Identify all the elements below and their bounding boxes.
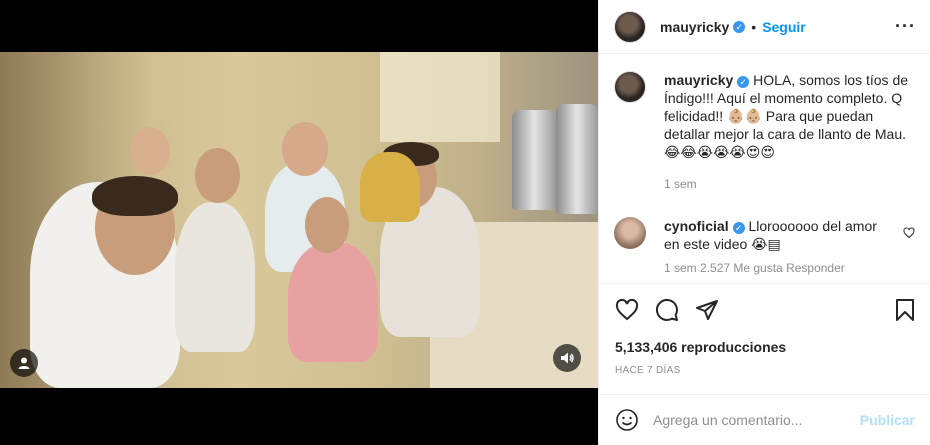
video-player[interactable]	[0, 52, 598, 388]
comment-meta: 1 sem 2.527 Me gusta Responder	[664, 261, 845, 275]
comment-like-heart-icon[interactable]	[903, 227, 915, 239]
video-urn	[556, 104, 598, 214]
share-icon[interactable]	[695, 298, 719, 322]
video-person-hair	[92, 176, 178, 216]
emoji-icon[interactable]	[615, 408, 639, 432]
video-person	[288, 242, 378, 362]
post-sidebar: mauyricky ✓ • Seguir ··· mauyricky ✓ HOLA…	[598, 0, 930, 445]
verified-icon: ✓	[732, 222, 745, 234]
video-person	[175, 202, 255, 352]
publish-button[interactable]: Publicar	[860, 412, 915, 428]
video-person-head	[282, 122, 328, 176]
verified-icon: ✓	[737, 76, 750, 88]
action-bar	[599, 283, 930, 322]
comment-username[interactable]: cynoficial	[664, 218, 729, 234]
video-person-head	[305, 197, 349, 253]
post-username[interactable]: mauyricky	[660, 19, 729, 35]
more-icon[interactable]: ···	[895, 16, 916, 37]
avatar[interactable]	[614, 217, 646, 249]
user-tag-icon	[18, 357, 30, 369]
comment-item: cynoficial ✓ Lloroooooo del amor en este …	[614, 217, 915, 253]
follow-button[interactable]: Seguir	[762, 19, 806, 35]
video-background-window	[380, 52, 500, 142]
speaker-icon	[561, 352, 574, 364]
caption-username[interactable]: mauyricky	[664, 72, 733, 88]
video-pane[interactable]	[0, 0, 598, 445]
mute-button[interactable]	[553, 344, 581, 372]
bookmark-icon[interactable]	[893, 298, 917, 322]
separator-dot: •	[751, 18, 757, 35]
add-comment-bar: Agrega un comentario... Publicar	[599, 394, 930, 445]
video-urn	[512, 110, 556, 210]
comments-list[interactable]: mauyricky ✓ HOLA, somos los tíos de Índig…	[599, 55, 930, 283]
avatar[interactable]	[614, 10, 646, 43]
video-person-head	[130, 127, 170, 175]
comment-input[interactable]: Agrega un comentario...	[653, 412, 860, 428]
user-tag-button[interactable]	[10, 349, 38, 377]
heart-icon[interactable]	[615, 298, 639, 322]
comment-icon[interactable]	[655, 298, 679, 322]
verified-icon: ✓	[733, 20, 746, 33]
post-header: mauyricky ✓ • Seguir ···	[599, 0, 930, 54]
avatar[interactable]	[614, 71, 646, 103]
caption-time[interactable]: 1 sem	[664, 175, 914, 193]
video-person	[360, 152, 420, 222]
caption: mauyricky ✓ HOLA, somos los tíos de Índig…	[614, 71, 915, 193]
view-count[interactable]: 5,133,406 reproducciones	[615, 339, 786, 355]
post-date[interactable]: HACE 7 DÍAS	[615, 365, 681, 376]
video-person-head	[195, 148, 240, 203]
